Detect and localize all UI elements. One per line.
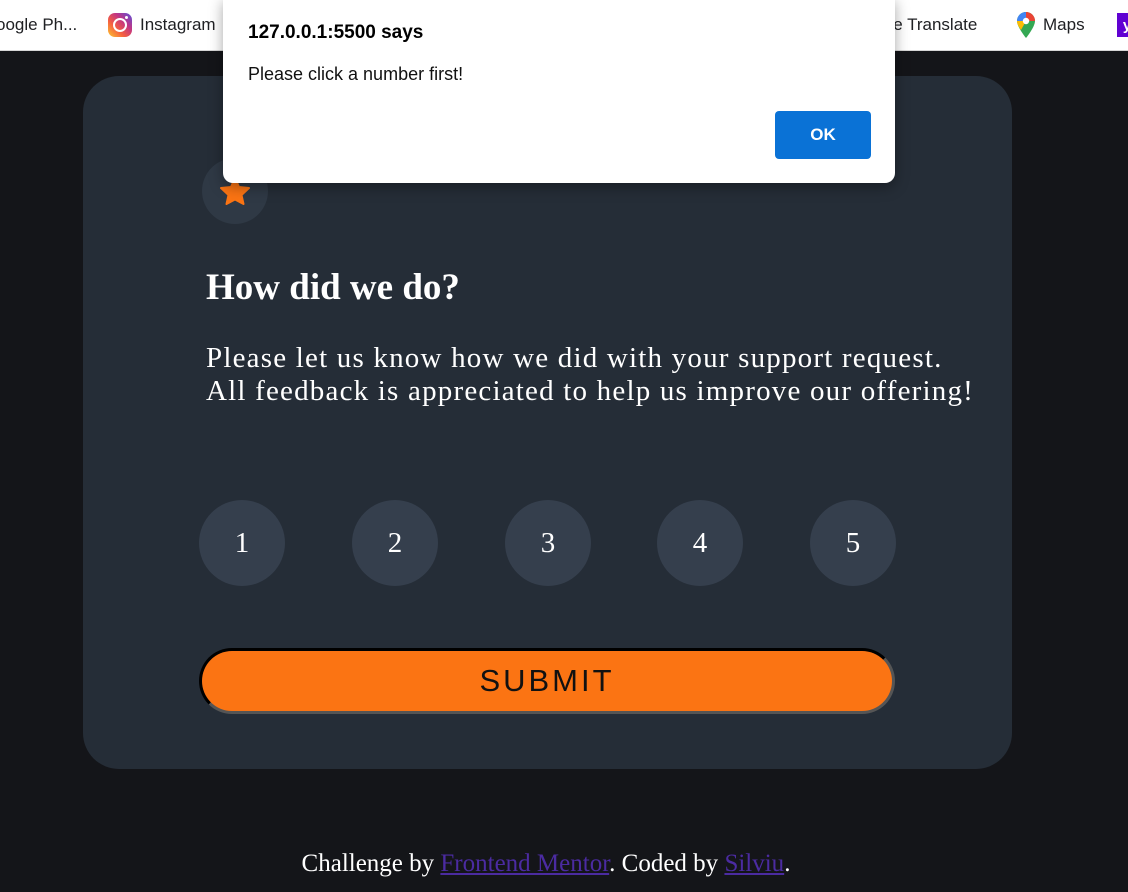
rating-options: 1 2 3 4 5	[199, 500, 899, 586]
maps-pin-icon	[1017, 12, 1035, 38]
bookmark-instagram[interactable]: Instagram	[108, 12, 216, 38]
instagram-icon	[108, 13, 132, 37]
rating-button-4[interactable]: 4	[657, 500, 743, 586]
yahoo-icon: y	[1117, 13, 1128, 37]
alert-dialog: 127.0.0.1:5500 says Please click a numbe…	[223, 0, 895, 183]
ok-button[interactable]: OK	[775, 111, 871, 159]
bookmark-google-photos[interactable]: oogle Ph...	[0, 12, 77, 38]
attribution: Challenge by Frontend Mentor. Coded by S…	[0, 850, 1092, 878]
rating-button-3[interactable]: 3	[505, 500, 591, 586]
rating-button-5[interactable]: 5	[810, 500, 896, 586]
bookmark-label: oogle Ph...	[0, 15, 78, 34]
frontend-mentor-link[interactable]: Frontend Mentor	[440, 850, 609, 877]
dialog-message: Please click a number first!	[248, 64, 464, 84]
attribution-middle: . Coded by	[609, 850, 725, 877]
bookmark-yahoo[interactable]: y	[1117, 12, 1128, 38]
submit-button[interactable]: SUBMIT	[199, 648, 895, 714]
author-link[interactable]: Silviu	[724, 850, 784, 877]
dialog-title: 127.0.0.1:5500 says	[248, 22, 424, 43]
card-title: How did we do?	[206, 267, 460, 308]
rating-button-2[interactable]: 2	[352, 500, 438, 586]
attribution-suffix: .	[784, 850, 791, 877]
bookmark-label: Instagram	[140, 15, 216, 34]
bookmark-label: Maps	[1043, 15, 1085, 34]
card-description: Please let us know how we did with your …	[206, 342, 975, 407]
rating-button-1[interactable]: 1	[199, 500, 285, 586]
attribution-prefix: Challenge by	[301, 850, 441, 877]
bookmark-maps[interactable]: Maps	[1017, 12, 1085, 38]
